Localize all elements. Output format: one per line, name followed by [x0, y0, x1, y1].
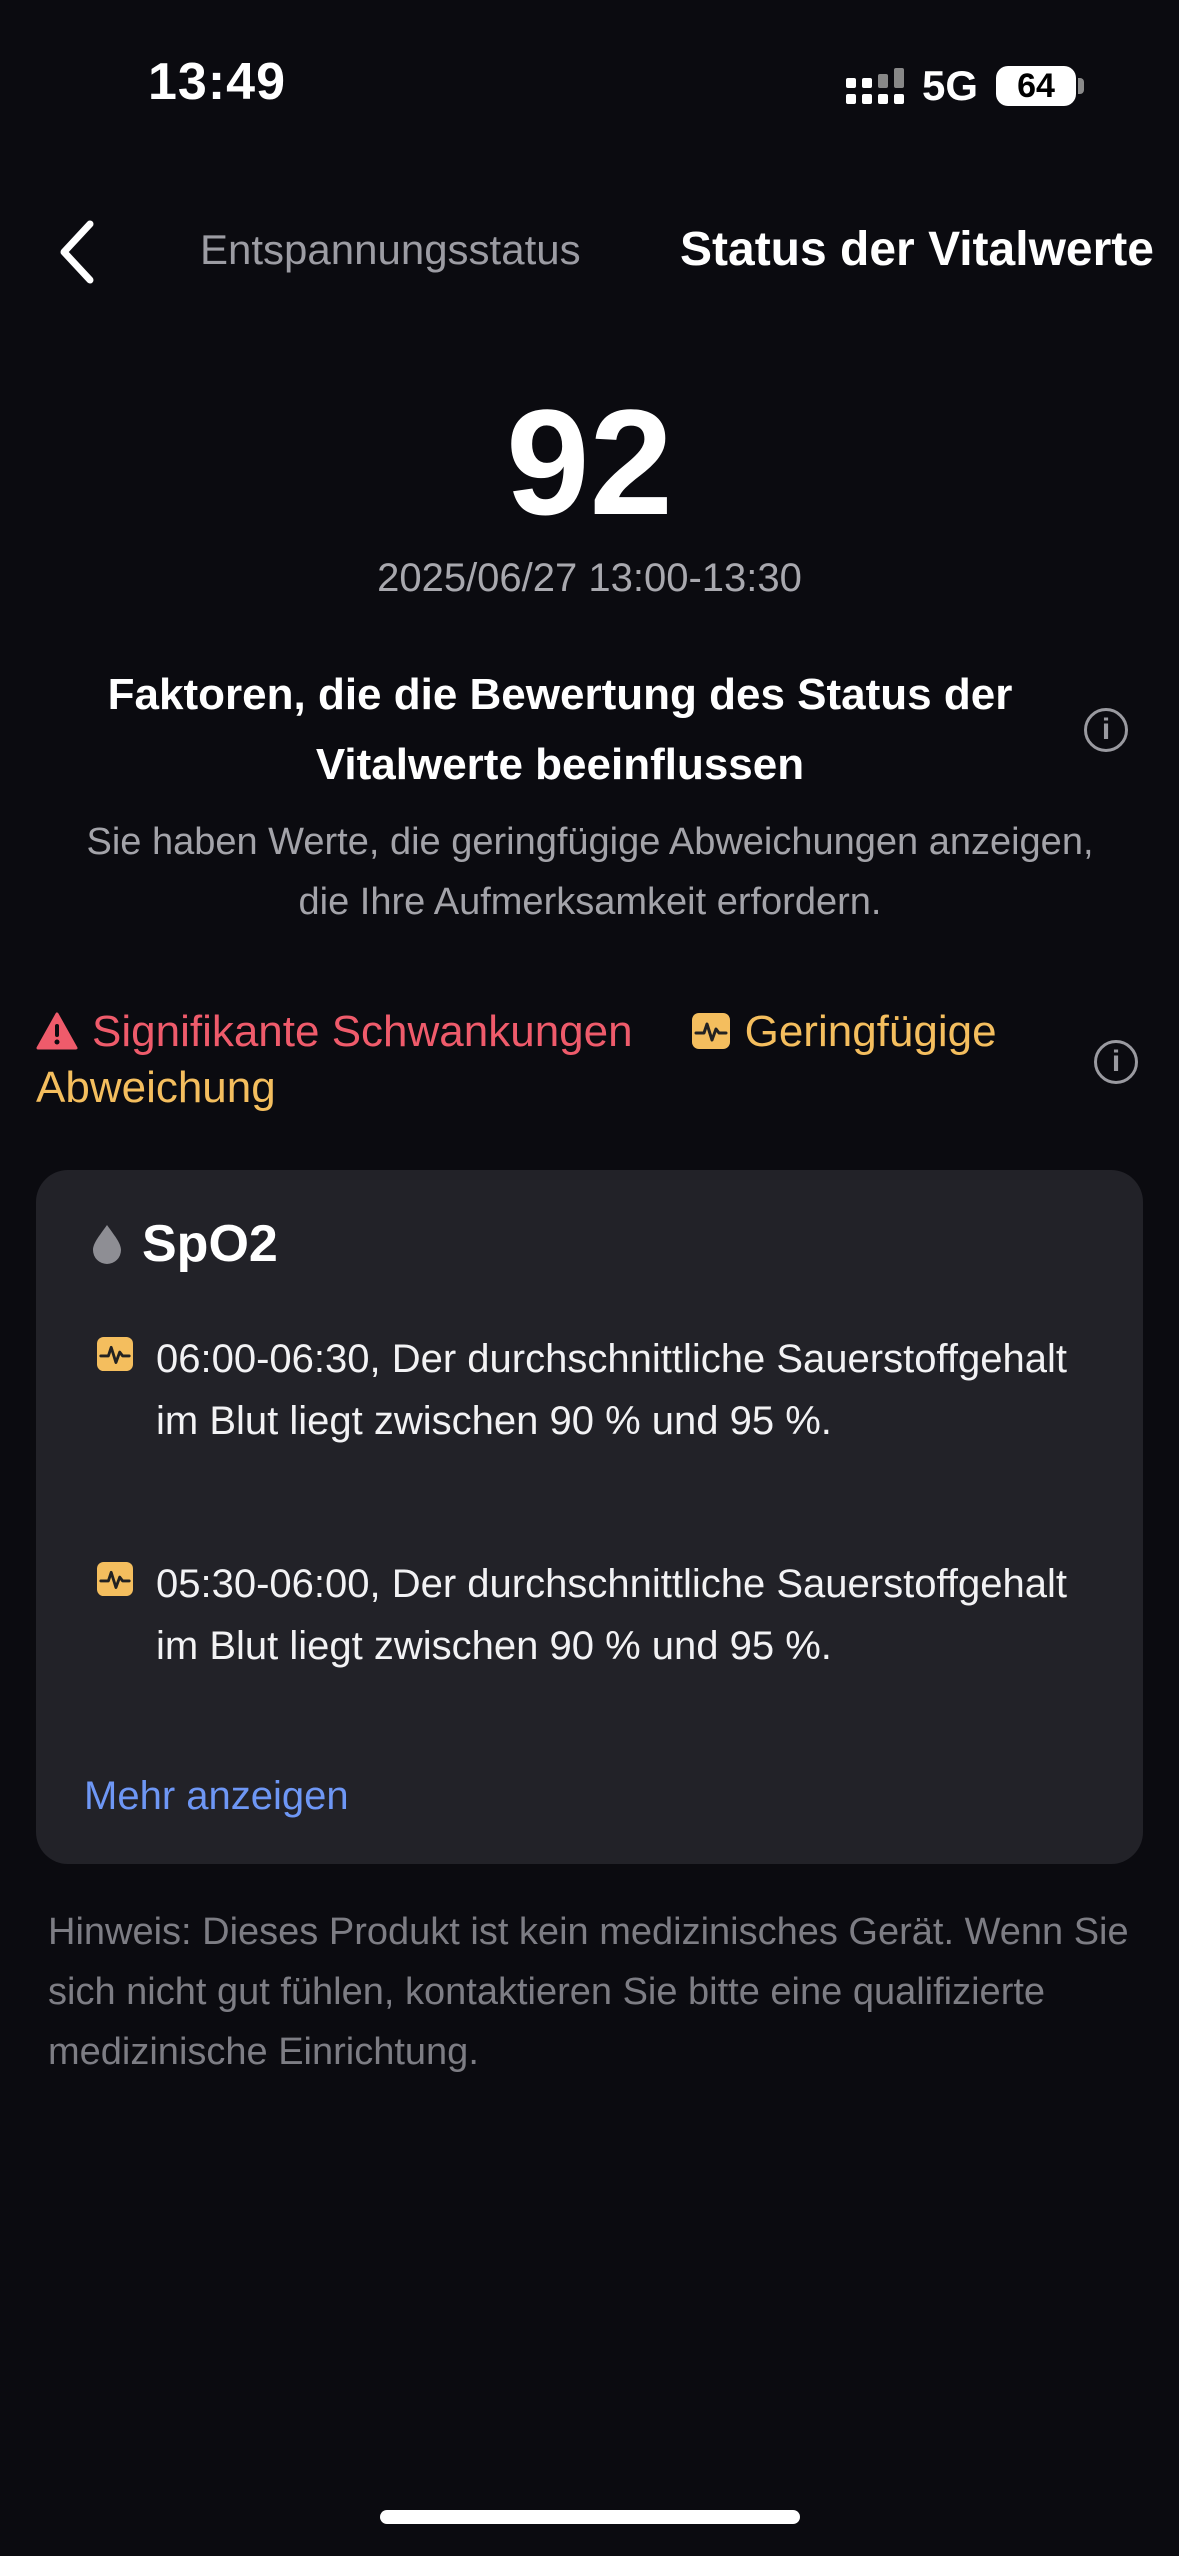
- back-button[interactable]: [56, 212, 120, 292]
- status-time: 13:49: [148, 53, 286, 111]
- battery-icon: 64: [996, 66, 1076, 106]
- home-indicator[interactable]: [380, 2510, 800, 2524]
- spo2-card: [36, 1170, 1143, 1864]
- show-more-link[interactable]: Mehr anzeigen: [84, 1774, 349, 1819]
- tab-vital-status[interactable]: Status der Vitalwerte: [680, 222, 1154, 277]
- pulse-icon: [97, 1561, 133, 1597]
- network-label: 5G: [922, 62, 979, 109]
- factors-title: Faktoren, die die Bewertung des Status d…: [107, 670, 1013, 789]
- legend-info-icon[interactable]: i: [1094, 1040, 1138, 1084]
- score-date: 2025/06/27 13:00-13:30: [377, 556, 802, 600]
- chevron-left-icon: [60, 220, 94, 284]
- factors-description: Sie haben Werte, die geringfügige Abweic…: [86, 821, 1094, 923]
- spo2-card-title: SpO2: [90, 1214, 278, 1274]
- legend: Signifikante Schwankungen Geringfügige A…: [36, 1004, 1096, 1116]
- pulse-icon: [691, 1013, 730, 1049]
- pulse-icon: [97, 1336, 133, 1372]
- entry-text: 05:30-06:00, Der durchschnittliche Sauer…: [156, 1562, 1067, 1668]
- list-item: 06:00-06:30, Der durchschnittliche Sauer…: [96, 1328, 1096, 1452]
- battery-level: 64: [1017, 66, 1055, 105]
- list-item: 05:30-06:00, Der durchschnittliche Sauer…: [96, 1553, 1096, 1677]
- entry-text: 06:00-06:30, Der durchschnittliche Sauer…: [156, 1337, 1067, 1443]
- tab-relaxation-status[interactable]: Entspannungsstatus: [200, 226, 581, 274]
- legend-significant-label: Signifikante Schwankungen: [92, 1007, 633, 1056]
- signal-icon: [846, 68, 904, 104]
- factors-info-icon[interactable]: i: [1084, 708, 1128, 752]
- disclaimer: Hinweis: Dieses Produkt ist kein medizin…: [48, 1911, 1129, 2073]
- score-value: 92: [506, 378, 673, 546]
- warning-icon: [36, 1012, 78, 1050]
- drop-icon: [93, 1225, 121, 1264]
- spo2-title: SpO2: [142, 1215, 278, 1273]
- battery-nub: [1078, 78, 1084, 94]
